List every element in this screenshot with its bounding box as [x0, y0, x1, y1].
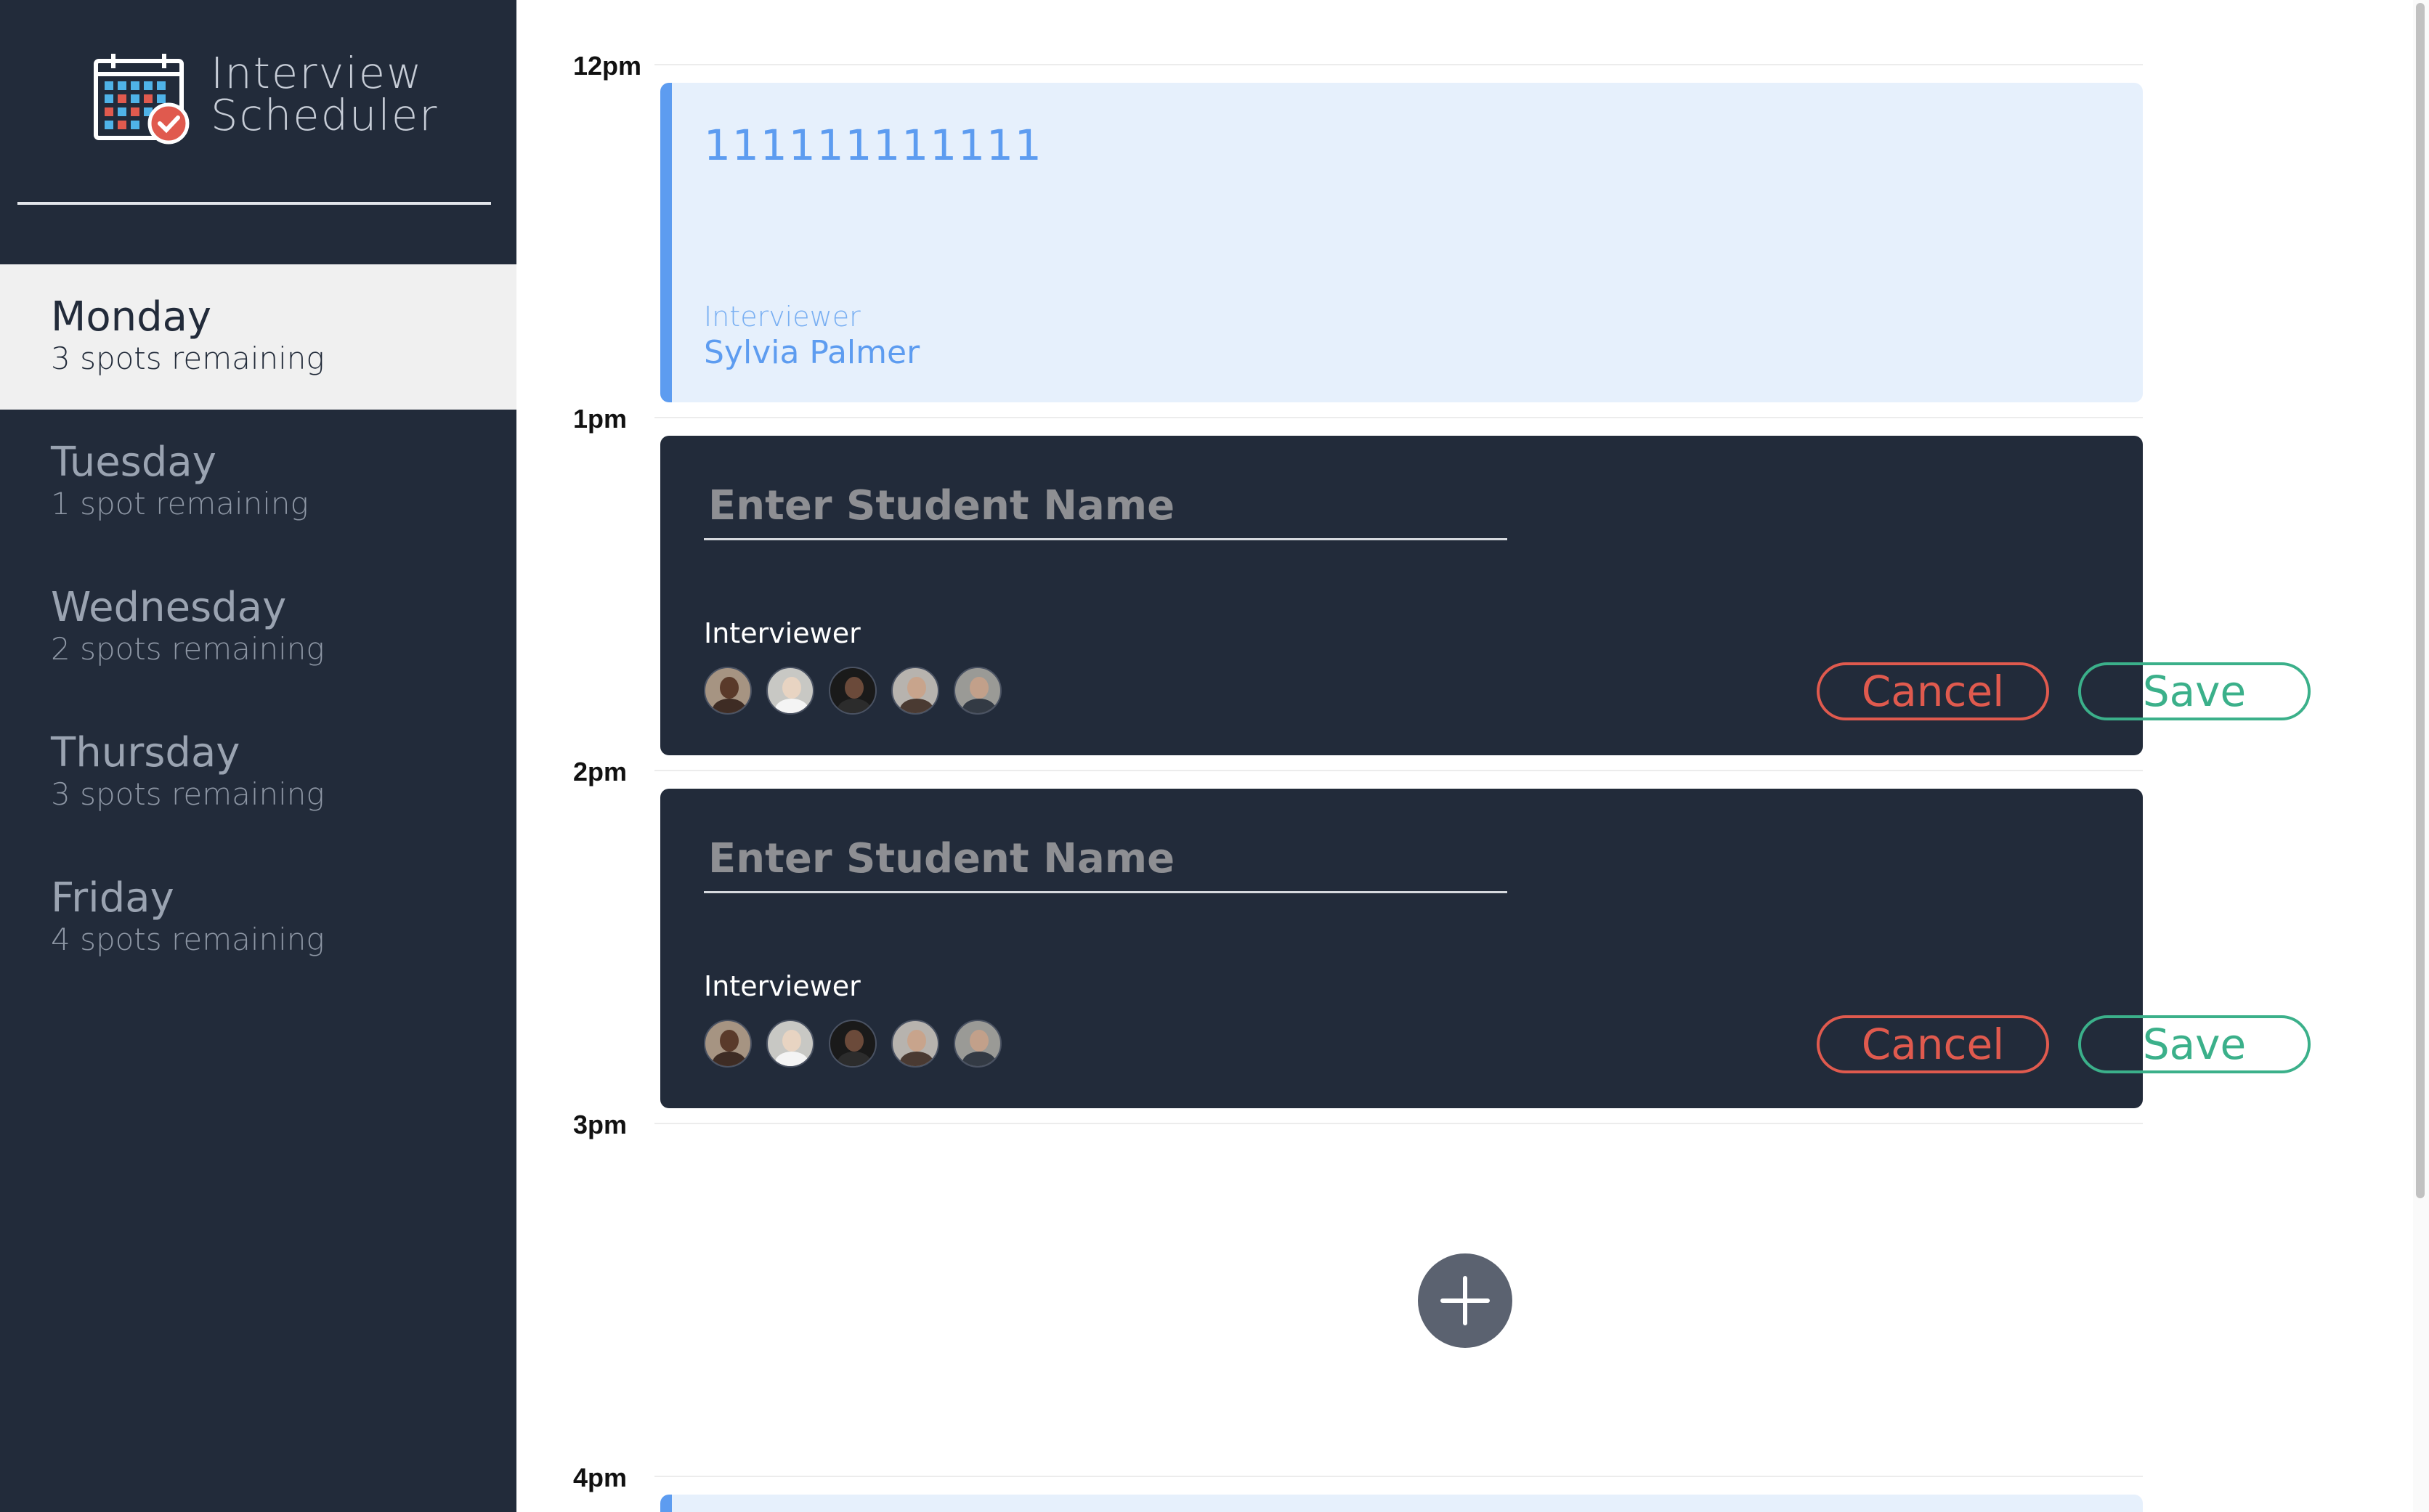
interviewer-label: Interviewer — [704, 617, 861, 649]
day-item-friday[interactable]: Friday 4 spots remaining — [0, 845, 516, 991]
app-title-line2: Scheduler — [211, 90, 439, 140]
interviewer-avatar[interactable] — [954, 667, 1002, 715]
save-button[interactable]: Save — [2078, 662, 2311, 720]
hour-label-3pm: 3pm — [573, 1110, 628, 1139]
interviewer-list — [704, 667, 1002, 715]
save-button[interactable]: Save — [2078, 1015, 2311, 1073]
sidebar: Interview Scheduler Monday 3 spots remai… — [0, 0, 516, 1512]
day-item-tuesday[interactable]: Tuesday 1 spot remaining — [0, 410, 516, 555]
student-name-input[interactable] — [704, 473, 1507, 540]
day-item-wednesday[interactable]: Wednesday 2 spots remaining — [0, 555, 516, 700]
interviewer-label: Interviewer — [704, 970, 861, 1002]
sidebar-divider — [17, 202, 491, 205]
hour-label-1pm: 1pm — [573, 404, 628, 434]
plus-icon[interactable] — [1418, 1253, 1512, 1348]
cancel-button[interactable]: Cancel — [1817, 662, 2049, 720]
cancel-button[interactable]: Cancel — [1817, 1015, 2049, 1073]
hour-divider — [654, 770, 2143, 771]
interviewer-label: Interviewer — [704, 301, 861, 333]
interviewer-avatar[interactable] — [829, 1020, 877, 1068]
day-name: Friday — [51, 874, 174, 922]
calendar-check-icon — [94, 54, 190, 145]
day-list: Monday 3 spots remaining Tuesday 1 spot … — [0, 264, 516, 991]
day-spots: 2 spots remaining — [51, 631, 325, 667]
hour-label-12pm: 12pm — [573, 51, 642, 81]
interviewer-avatar[interactable] — [766, 1020, 814, 1068]
hour-divider — [654, 417, 2143, 418]
hour-divider — [654, 1123, 2143, 1124]
app-title: Interview Scheduler — [211, 52, 438, 137]
interviewer-avatar[interactable] — [766, 667, 814, 715]
day-spots: 1 spot remaining — [51, 486, 309, 521]
interviewer-avatar[interactable] — [891, 667, 939, 715]
interviewer-avatar[interactable] — [954, 1020, 1002, 1068]
day-item-monday[interactable]: Monday 3 spots remaining — [0, 264, 516, 410]
hour-label-4pm: 4pm — [573, 1463, 628, 1492]
day-item-thursday[interactable]: Thursday 3 spots remaining — [0, 700, 516, 845]
app-title-line1: Interview — [211, 48, 423, 98]
student-name-input[interactable] — [704, 826, 1507, 893]
hour-divider — [654, 1476, 2143, 1477]
interviewer-name: Sylvia Palmer — [704, 334, 920, 371]
day-spots: 4 spots remaining — [51, 922, 325, 957]
interviewer-avatar[interactable] — [829, 667, 877, 715]
schedule: 12pm 111111111111 Interviewer Sylvia Pal… — [516, 0, 2429, 1512]
day-name: Thursday — [51, 729, 240, 776]
day-name: Wednesday — [51, 584, 287, 631]
appointment-card[interactable]: 111111111111 Interviewer Sylvia Palmer — [660, 83, 2143, 402]
day-spots: 3 spots remaining — [51, 341, 325, 376]
appointment-form: Interviewer Cancel Save — [660, 436, 2311, 755]
appointment-card[interactable] — [660, 1495, 2143, 1512]
day-name: Tuesday — [51, 439, 216, 486]
interviewer-avatar[interactable] — [704, 667, 752, 715]
interviewer-list — [704, 1020, 1002, 1068]
day-spots: 3 spots remaining — [51, 776, 325, 812]
hour-divider — [654, 64, 2143, 65]
appointment-form: Interviewer Cancel Save — [660, 789, 2311, 1108]
interviewer-avatar[interactable] — [891, 1020, 939, 1068]
hour-label-2pm: 2pm — [573, 757, 628, 787]
day-name: Monday — [51, 293, 212, 341]
student-name: 111111111111 — [704, 121, 1043, 170]
scrollbar-thumb[interactable] — [2416, 3, 2425, 1198]
interviewer-avatar[interactable] — [704, 1020, 752, 1068]
